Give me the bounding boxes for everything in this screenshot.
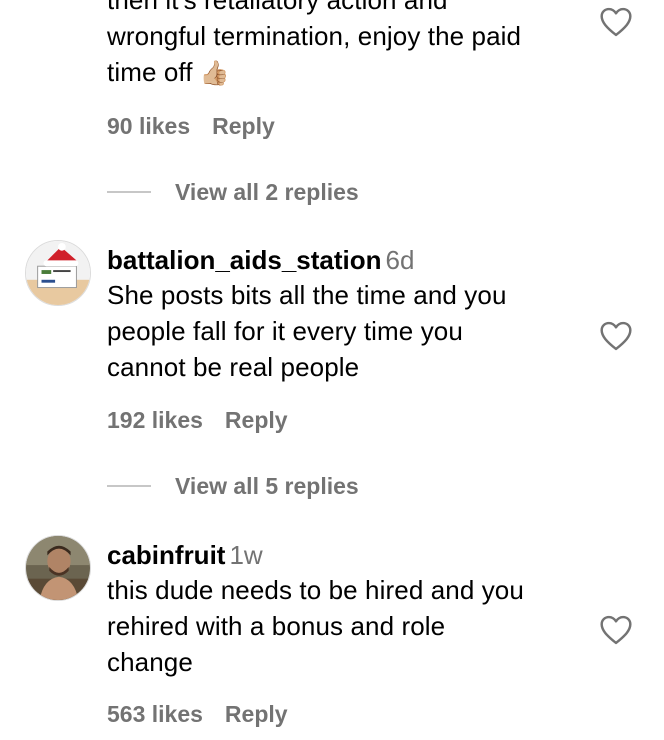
likes-count[interactable]: 563 likes [107, 701, 203, 727]
view-replies-label: View all 5 replies [175, 473, 359, 499]
comment-header: battalion_aids_station 6d [107, 243, 587, 277]
comment-text-line: this dude needs to be hired and you [107, 575, 524, 605]
like-heart-icon[interactable] [599, 615, 633, 645]
comment-meta: 563 likes Reply [107, 701, 310, 728]
comment-text-line: She posts bits all the time and you [107, 280, 507, 310]
thumbs-up-emoji: 👍🏼 [199, 60, 230, 87]
comment-text-line: people fall for it every time you [107, 316, 463, 346]
reply-button[interactable]: Reply [212, 113, 275, 139]
like-heart-icon[interactable] [599, 7, 633, 37]
comment-body: cabinfruit 1w this dude needs to be hired… [107, 538, 587, 680]
comment-text-line: rehired with a bonus and role [107, 611, 446, 641]
comment-meta: 192 likes Reply [107, 407, 310, 434]
comment-timestamp[interactable]: 1w [229, 540, 262, 570]
comment-text-line: cannot be real people [107, 352, 360, 382]
comment-header: cabinfruit 1w [107, 538, 587, 572]
comment-body: then it's retaliatory action and wrongfu… [107, 0, 587, 90]
likes-count[interactable]: 90 likes [107, 113, 190, 139]
comment-meta: 90 likes Reply [107, 113, 297, 140]
comment-text-line: wrongful termination, enjoy the paid [107, 21, 522, 51]
likes-count[interactable]: 192 likes [107, 407, 203, 433]
comment-text-line: change [107, 647, 193, 677]
avatar[interactable] [25, 240, 91, 306]
comment-timestamp[interactable]: 6d [386, 245, 415, 275]
username-link[interactable]: battalion_aids_station [107, 245, 382, 275]
comment-body: battalion_aids_station 6d She posts bits … [107, 243, 587, 385]
username-link[interactable]: cabinfruit [107, 540, 225, 570]
reply-button[interactable]: Reply [225, 701, 288, 727]
comment-text-line: time off 👍🏼 [107, 57, 230, 87]
reply-button[interactable]: Reply [225, 407, 288, 433]
replies-divider [107, 190, 151, 193]
replies-divider [107, 484, 151, 487]
avatar[interactable] [25, 535, 91, 601]
view-replies-label: View all 2 replies [175, 179, 359, 205]
view-replies-button[interactable]: View all 5 replies [107, 473, 359, 500]
comment-text-line: then it's retaliatory action and [107, 0, 448, 15]
view-replies-button[interactable]: View all 2 replies [107, 179, 359, 206]
like-heart-icon[interactable] [599, 321, 633, 351]
